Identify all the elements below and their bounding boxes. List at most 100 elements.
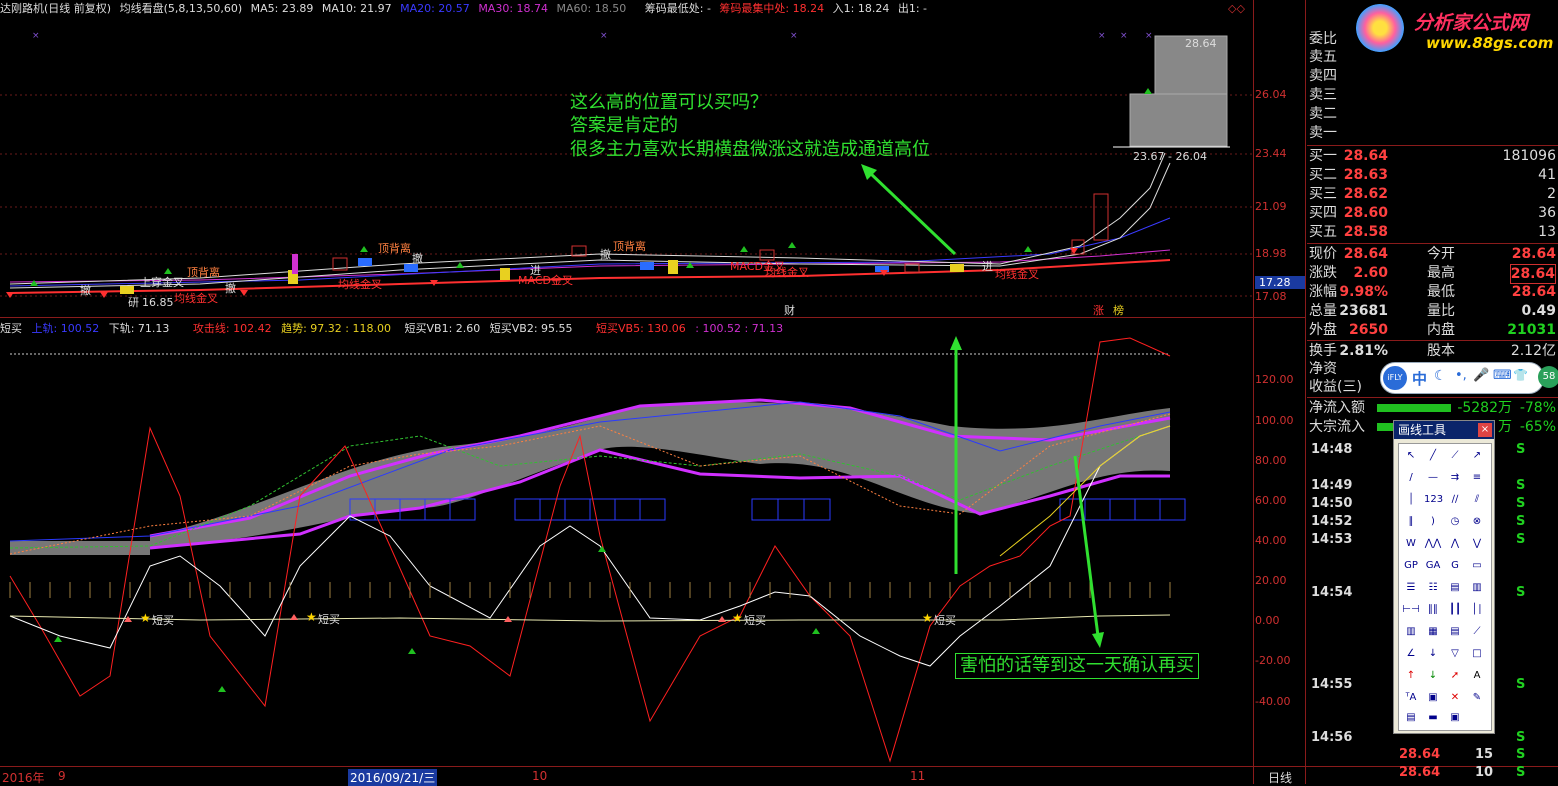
hline-tool-icon[interactable]: —: [1424, 469, 1442, 487]
cycle4-tool-icon[interactable]: │∣: [1468, 601, 1486, 619]
price-tick: 18.98: [1255, 247, 1287, 260]
drawing-toolbox[interactable]: 画线工具 × ↖ ╱ ⟋ ↗ / — ⇉ ≡ │ 123 ∕∕ ⫽ ∥ ) ◷ …: [1393, 420, 1495, 734]
trend-tool-icon[interactable]: /: [1402, 469, 1420, 487]
bars-tool-icon[interactable]: ▥: [1402, 623, 1420, 641]
text-style-tool-icon[interactable]: ᵀA: [1402, 689, 1420, 707]
zigzag-tool-icon[interactable]: ⋀⋀: [1424, 535, 1442, 553]
ind-lower: 下轨: 71.13: [108, 322, 170, 335]
ime-lang-button[interactable]: 中: [1412, 368, 1427, 389]
buy1-row[interactable]: 买一 28.64 181096: [1307, 147, 1558, 165]
channel-tool-icon[interactable]: ≡: [1468, 469, 1486, 487]
up-arrow-tool-icon[interactable]: ↑: [1402, 667, 1420, 685]
svg-text:进: 进: [982, 260, 993, 273]
main-bottom-border: [0, 317, 1305, 318]
annotation-confirm: 害怕的话等到这一天确认再买: [955, 653, 1199, 679]
down-tool-icon[interactable]: ↓: [1424, 645, 1442, 663]
buy5-row[interactable]: 买五 28.58 13: [1307, 223, 1558, 241]
sell4-row: 卖四: [1309, 68, 1337, 84]
gann-tool-icon[interactable]: ⫽: [1468, 491, 1486, 509]
annotation-arrow-price: [861, 164, 957, 256]
close-icon[interactable]: ×: [1478, 423, 1492, 437]
peak-tool-icon[interactable]: ⋀: [1446, 535, 1464, 553]
hide-tool-icon[interactable]: ▣: [1424, 689, 1442, 707]
buy2-row[interactable]: 买二 28.63 41: [1307, 166, 1558, 184]
ifly-logo-icon[interactable]: iFLY: [1383, 366, 1407, 390]
ruler-tool-icon[interactable]: ▬: [1424, 709, 1442, 727]
color-tool-icon[interactable]: ✎: [1468, 689, 1486, 707]
line-tool-icon[interactable]: ⟋: [1446, 447, 1464, 465]
fan-tool-icon[interactable]: ∕∕: [1446, 491, 1464, 509]
angle-tool-icon[interactable]: ∠: [1402, 645, 1420, 663]
vline-tool-icon[interactable]: │: [1402, 491, 1420, 509]
ind-tick: 120.00: [1255, 373, 1294, 386]
g-tool-icon[interactable]: G: [1446, 557, 1464, 575]
arc-tool-icon[interactable]: ∥: [1402, 513, 1420, 531]
down-wave-tool-icon[interactable]: ⋁: [1468, 535, 1486, 553]
circle-tool-icon[interactable]: ): [1424, 513, 1442, 531]
period-label[interactable]: 日线: [1268, 769, 1292, 786]
star-icon: ★: [306, 610, 317, 624]
triangle-tool-icon[interactable]: ▽: [1446, 645, 1464, 663]
screen-tool-icon[interactable]: ▣: [1446, 709, 1464, 727]
price-chart[interactable]: × × × × × × 顶背离 顶背离 顶背离 撤撤 撤撤 进进 MACD金叉 MACD金…: [0, 18, 1253, 317]
fib2-tool-icon[interactable]: ☷: [1424, 579, 1442, 597]
bars3-tool-icon[interactable]: ▤: [1446, 623, 1464, 641]
bars2-tool-icon[interactable]: ▦: [1424, 623, 1442, 641]
gp-tool-icon[interactable]: GP: [1402, 557, 1420, 575]
text-tool-icon[interactable]: A: [1468, 667, 1486, 685]
rect-tool-icon[interactable]: □: [1468, 645, 1486, 663]
fib-tool-icon[interactable]: ☰: [1402, 579, 1420, 597]
fib3-tool-icon[interactable]: ▤: [1446, 579, 1464, 597]
ma20-label: MA20: 20.57: [400, 2, 470, 15]
svg-text:研: 研: [128, 296, 139, 309]
sell1-row: 卖一: [1309, 125, 1337, 141]
ime-keyboard-icon[interactable]: ⌨: [1493, 368, 1512, 383]
ma10-label: MA10: 21.97: [321, 2, 392, 15]
ind-tick: 20.00: [1255, 574, 1287, 587]
annotation-question: 这么高的位置可以买吗？: [570, 92, 768, 113]
speed-tool-icon[interactable]: ⟋: [1468, 623, 1486, 641]
segment-tool-icon[interactable]: ╱: [1424, 447, 1442, 465]
cycle3-tool-icon[interactable]: ┃┃: [1446, 601, 1464, 619]
ime-moon-icon[interactable]: ☾: [1434, 368, 1447, 384]
ime-punct-icon[interactable]: •,: [1455, 368, 1467, 383]
wave-tool-icon[interactable]: W: [1402, 535, 1420, 553]
ime-badge[interactable]: 58: [1538, 366, 1558, 388]
list-tool-icon[interactable]: ▤: [1402, 709, 1420, 727]
indicator-name: 均线看盘(5,8,13,50,60): [119, 2, 243, 15]
svg-text:财: 财: [784, 303, 795, 317]
chart-title-bar: 达刚路机(日线 前复权) 均线看盘(5,8,13,50,60) MA5: 23.…: [0, 0, 1255, 18]
count-tool-icon[interactable]: 123: [1424, 491, 1443, 509]
ind-tick: -40.00: [1255, 695, 1291, 708]
ime-toolbar[interactable]: iFLY 中 ☾ •, 🎤 ⌨ 👕: [1380, 362, 1544, 394]
short-buy-label: 短买: [934, 614, 956, 627]
clock-tool-icon[interactable]: ◷: [1446, 513, 1464, 531]
svg-text:均线金叉: 均线金叉: [338, 277, 382, 291]
ma30-label: MA30: 18.74: [478, 2, 549, 15]
book-divider: [1307, 145, 1558, 146]
trade-tail-row: 28.64 15 S: [1399, 747, 1526, 762]
ind-tick: 40.00: [1255, 534, 1287, 547]
buy3-row[interactable]: 买三 28.62 2: [1307, 185, 1558, 203]
indicator-chart[interactable]: [0, 336, 1253, 766]
ga-tool-icon[interactable]: GA: [1424, 557, 1442, 575]
svg-text:涨: 涨: [1093, 304, 1104, 317]
ime-skin-icon[interactable]: 👕: [1513, 368, 1528, 382]
ime-mic-icon[interactable]: 🎤: [1473, 368, 1489, 383]
parallel-tool-icon[interactable]: ⇉: [1446, 469, 1464, 487]
entry-label: 入1: 18.24: [832, 2, 890, 15]
box-tool-icon[interactable]: ▭: [1468, 557, 1486, 575]
ray-tool-icon[interactable]: ↗: [1468, 447, 1486, 465]
down-arrow-tool-icon[interactable]: ↓: [1424, 667, 1442, 685]
corner-icon[interactable]: ◇◇: [1228, 2, 1245, 15]
compass-tool-icon[interactable]: ⊗: [1468, 513, 1486, 531]
cycle2-tool-icon[interactable]: ∥∥: [1424, 601, 1442, 619]
svg-text:撤: 撤: [80, 283, 91, 297]
marker-tool-icon[interactable]: ➚: [1446, 667, 1464, 685]
ind-extra: : 100.52 : 71.13: [695, 322, 784, 335]
fib4-tool-icon[interactable]: ▥: [1468, 579, 1486, 597]
buy4-row[interactable]: 买四 28.60 36: [1307, 204, 1558, 222]
delete-tool-icon[interactable]: ✕: [1446, 689, 1464, 707]
cycle-tool-icon[interactable]: ⊢⊣: [1402, 601, 1420, 619]
cursor-tool-icon[interactable]: ↖: [1402, 447, 1420, 465]
